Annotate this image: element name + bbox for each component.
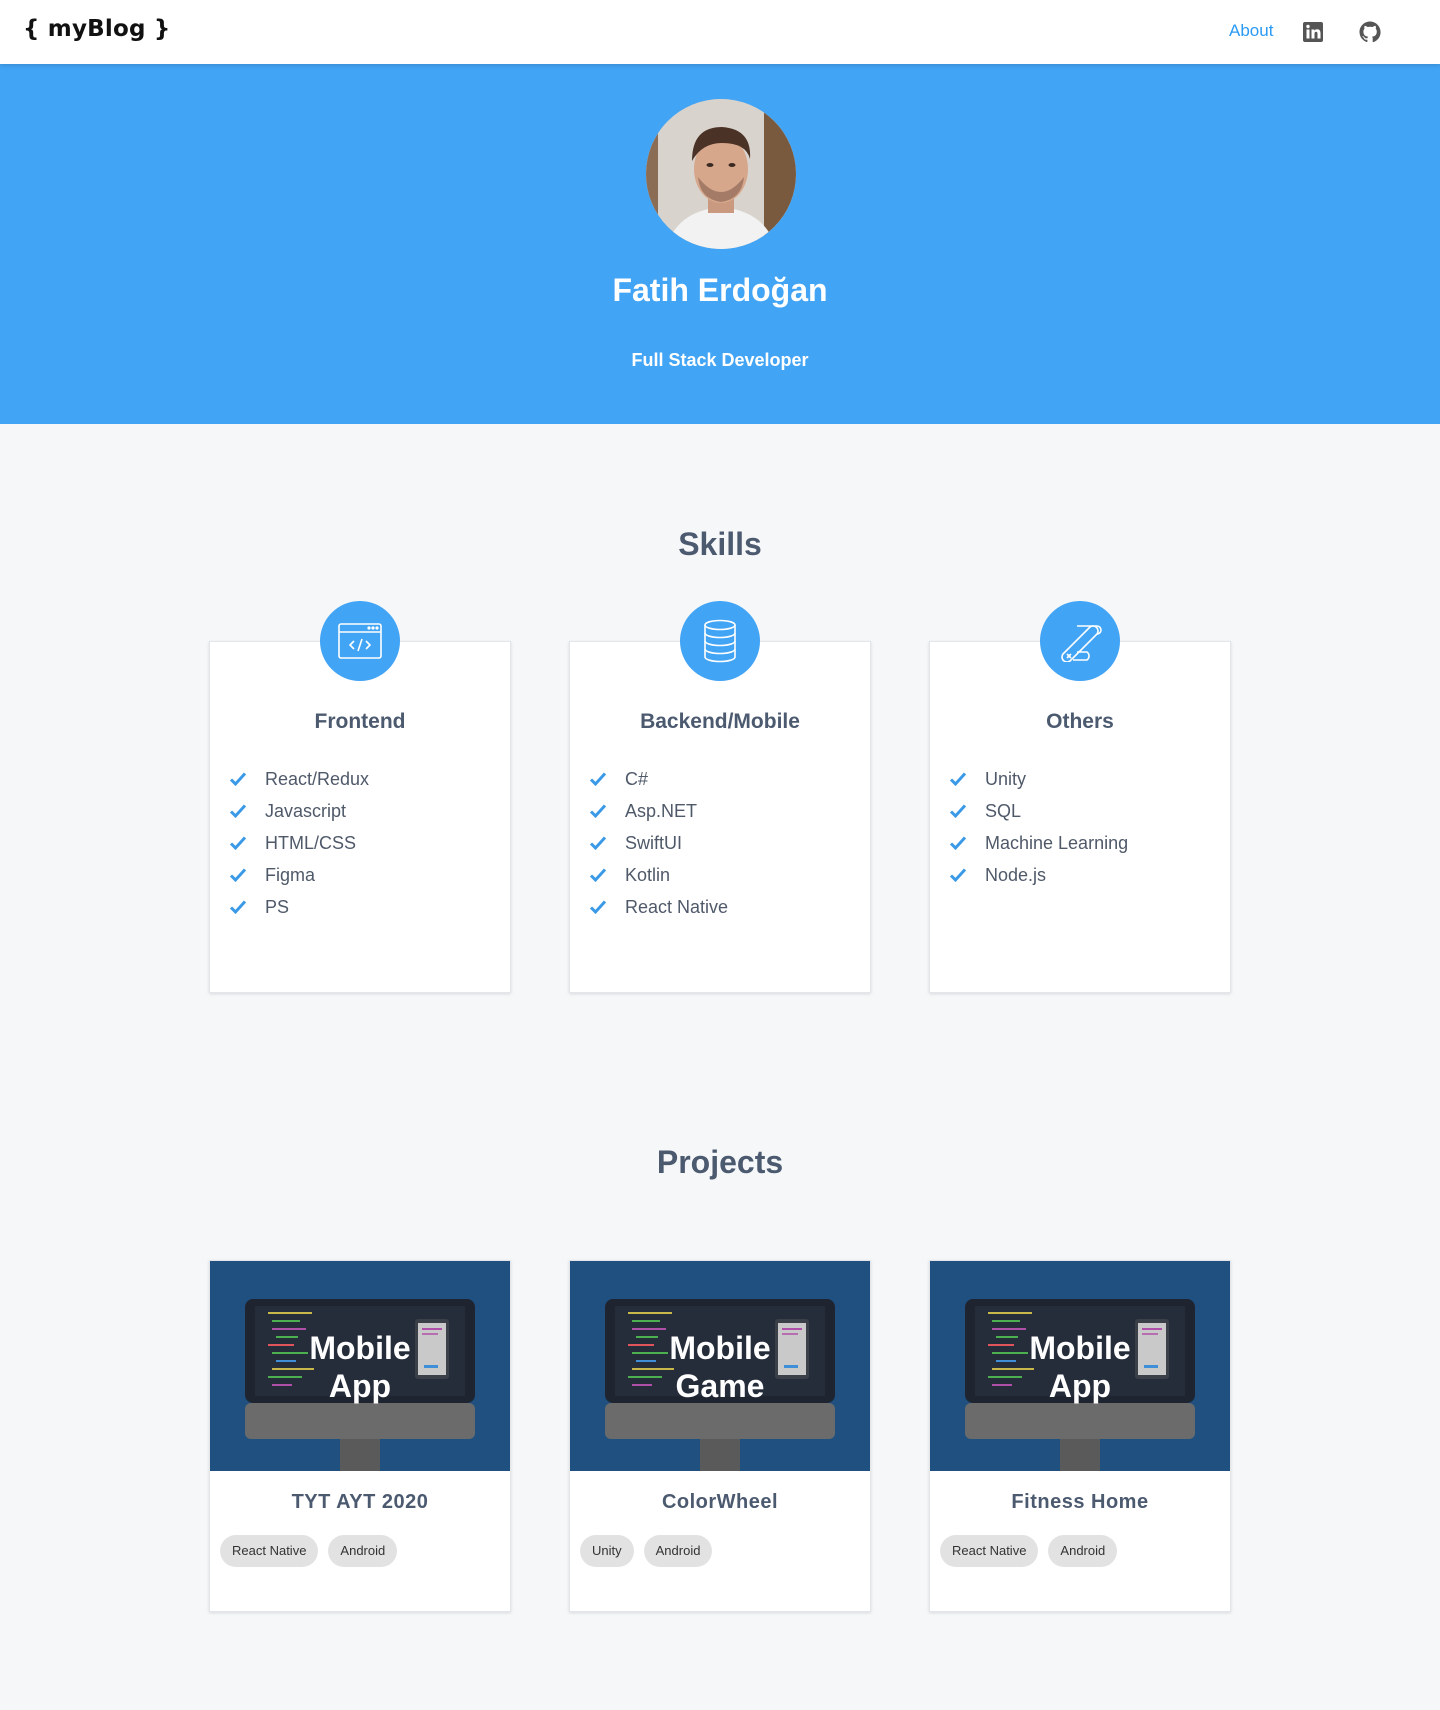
project-name[interactable]: Fitness Home [930, 1491, 1230, 1514]
skill-item-label: Figma [265, 864, 316, 885]
skill-card-frontend: Frontend React/Redux Javascript HTML/CSS… [209, 601, 511, 993]
list-item: Figma [229, 859, 369, 891]
avatar [646, 99, 796, 249]
project-card-fitness-home[interactable]: Mobile App Fitness Home React Native And… [929, 1260, 1231, 1612]
list-item: Machine Learning [949, 827, 1128, 859]
tag-chip[interactable]: Android [643, 1535, 713, 1567]
swiss-knife-icon [1040, 601, 1120, 681]
project-thumbnail[interactable]: Mobile App [930, 1261, 1230, 1471]
tag-chip[interactable]: React Native [220, 1535, 319, 1567]
linkedin-icon[interactable] [1301, 20, 1325, 44]
list-item: Javascript [229, 795, 369, 827]
skill-item-label: SwiftUI [625, 832, 683, 853]
project-name[interactable]: TYT AYT 2020 [210, 1491, 510, 1514]
skill-card-backend-mobile: Backend/Mobile C# Asp.NET SwiftUI Kotlin… [569, 601, 871, 993]
database-icon [680, 601, 760, 681]
list-item: Unity [949, 763, 1128, 795]
project-thumbnail[interactable]: Mobile App [210, 1261, 510, 1471]
check-icon [949, 836, 967, 851]
check-icon [589, 772, 607, 787]
thumbnail-caption-line1: Mobile [309, 1330, 411, 1366]
thumbnail-caption: Mobile App [930, 1329, 1230, 1405]
nav-about-link[interactable]: About [1229, 21, 1273, 41]
skill-list: React/Redux Javascript HTML/CSS Figma PS [229, 763, 369, 923]
skill-item-label: React Native [625, 896, 729, 917]
profile-name: Fatih Erdoğan [612, 272, 828, 308]
list-item: Node.js [949, 859, 1128, 891]
check-icon [949, 804, 967, 819]
list-item: React/Redux [229, 763, 369, 795]
skill-item-label: Machine Learning [985, 832, 1129, 853]
list-item: PS [229, 891, 369, 923]
skill-heading: Frontend [314, 710, 406, 733]
profile-role: Full Stack Developer [631, 350, 809, 370]
list-item: HTML/CSS [229, 827, 369, 859]
check-icon [949, 772, 967, 787]
skill-item-label: Javascript [265, 800, 347, 821]
thumbnail-caption-line2: Game [675, 1368, 765, 1404]
project-tags: React Native Android [220, 1535, 398, 1567]
skill-heading: Others [1046, 710, 1114, 733]
skill-item-label: Kotlin [625, 864, 671, 885]
project-card-tyt-ayt-2020[interactable]: Mobile App TYT AYT 2020 React Native And… [209, 1260, 511, 1612]
thumbnail-caption-line2: App [1048, 1368, 1112, 1404]
check-icon [229, 900, 247, 915]
tag-chip[interactable]: React Native [940, 1535, 1039, 1567]
project-thumbnail[interactable]: Mobile Game [570, 1261, 870, 1471]
check-icon [229, 772, 247, 787]
project-tags: Unity Android [580, 1535, 713, 1567]
skill-item-label: Asp.NET [625, 800, 698, 821]
project-tags: React Native Android [940, 1535, 1118, 1567]
site-logo[interactable]: { myBlog } [23, 16, 170, 42]
skill-list: Unity SQL Machine Learning Node.js [949, 763, 1128, 891]
tag-chip[interactable]: Unity [580, 1535, 634, 1567]
skills-section-title: Skills [678, 526, 762, 562]
check-icon [949, 868, 967, 883]
skill-item-label: PS [265, 896, 290, 917]
check-icon [589, 868, 607, 883]
list-item: SwiftUI [589, 827, 728, 859]
skill-item-label: C# [625, 768, 649, 789]
check-icon [229, 868, 247, 883]
skill-item-label: React/Redux [265, 768, 370, 789]
thumbnail-caption-line1: Mobile [1029, 1330, 1131, 1366]
check-icon [589, 836, 607, 851]
top-navbar: { myBlog } About [0, 0, 1440, 64]
skill-item-label: HTML/CSS [265, 832, 357, 853]
list-item: SQL [949, 795, 1128, 827]
thumbnail-caption: Mobile App [210, 1329, 510, 1405]
thumbnail-caption-line1: Mobile [669, 1330, 771, 1366]
github-icon[interactable] [1358, 20, 1382, 44]
check-icon [229, 836, 247, 851]
skill-item-label: SQL [985, 800, 1022, 821]
tag-chip[interactable]: Android [328, 1535, 398, 1567]
check-icon [589, 804, 607, 819]
project-card-colorwheel[interactable]: Mobile Game ColorWheel Unity Android [569, 1260, 871, 1612]
check-icon [589, 900, 607, 915]
skill-item-label: Unity [985, 768, 1027, 789]
skill-list: C# Asp.NET SwiftUI Kotlin React Native [589, 763, 728, 923]
skill-item-label: Node.js [985, 864, 1047, 885]
project-name[interactable]: ColorWheel [570, 1491, 870, 1514]
hero-banner: Fatih Erdoğan Full Stack Developer [0, 64, 1440, 424]
skill-card-others: Others Unity SQL Machine Learning Node.j… [929, 601, 1231, 993]
list-item: Kotlin [589, 859, 728, 891]
check-icon [229, 804, 247, 819]
tag-chip[interactable]: Android [1048, 1535, 1118, 1567]
thumbnail-caption: Mobile Game [570, 1329, 870, 1405]
code-window-icon [320, 601, 400, 681]
list-item: Asp.NET [589, 795, 728, 827]
list-item: C# [589, 763, 728, 795]
skill-heading: Backend/Mobile [640, 710, 800, 733]
thumbnail-caption-line2: App [328, 1368, 392, 1404]
list-item: React Native [589, 891, 728, 923]
projects-section-title: Projects [656, 1144, 784, 1180]
